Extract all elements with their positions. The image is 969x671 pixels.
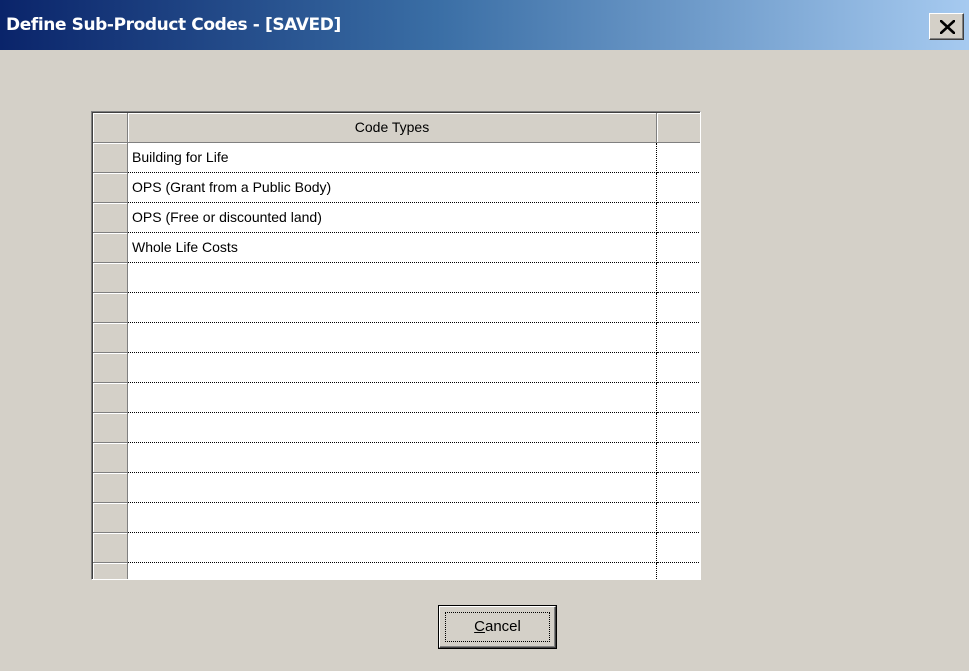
code-type-cell[interactable] [128, 563, 657, 579]
row-selector[interactable] [93, 533, 128, 563]
row-selector[interactable] [93, 293, 128, 323]
extra-cell[interactable] [657, 413, 700, 443]
table-row[interactable] [93, 563, 700, 579]
header-corner-cell[interactable] [93, 113, 128, 143]
row-selector[interactable] [93, 383, 128, 413]
table-row[interactable] [93, 293, 700, 323]
extra-cell[interactable] [657, 173, 700, 203]
row-selector[interactable] [93, 353, 128, 383]
table-row[interactable] [93, 473, 700, 503]
row-selector[interactable] [93, 233, 128, 263]
extra-cell[interactable] [657, 143, 700, 173]
code-type-cell[interactable] [128, 263, 657, 293]
row-selector[interactable] [93, 143, 128, 173]
row-selector[interactable] [93, 503, 128, 533]
row-selector[interactable] [93, 413, 128, 443]
code-type-cell[interactable] [128, 383, 657, 413]
code-type-cell[interactable] [128, 353, 657, 383]
close-button[interactable] [929, 13, 964, 40]
table-row[interactable]: OPS (Grant from a Public Body) [93, 173, 700, 203]
extra-cell[interactable] [657, 263, 700, 293]
extra-cell[interactable] [657, 473, 700, 503]
title-bar[interactable]: Define Sub-Product Codes - [SAVED] [0, 0, 969, 50]
extra-cell[interactable] [657, 203, 700, 233]
extra-cell[interactable] [657, 323, 700, 353]
extra-cell[interactable] [657, 233, 700, 263]
row-selector[interactable] [93, 203, 128, 233]
row-selector[interactable] [93, 173, 128, 203]
extra-cell[interactable] [657, 503, 700, 533]
table-row[interactable]: Building for Life [93, 143, 700, 173]
extra-cell[interactable] [657, 443, 700, 473]
table-row[interactable] [93, 263, 700, 293]
grid-header-row: Code Types [93, 113, 700, 143]
grid-body: Code Types Building for Life OPS (Grant f… [92, 112, 700, 579]
table-row[interactable] [93, 533, 700, 563]
row-selector[interactable] [93, 473, 128, 503]
table-row[interactable] [93, 323, 700, 353]
row-selector[interactable] [93, 443, 128, 473]
table-row[interactable]: Whole Life Costs [93, 233, 700, 263]
code-types-grid[interactable]: Code Types Building for Life OPS (Grant f… [91, 111, 701, 580]
table-row[interactable] [93, 383, 700, 413]
row-selector[interactable] [93, 323, 128, 353]
code-type-cell[interactable] [128, 473, 657, 503]
code-type-cell[interactable] [128, 443, 657, 473]
extra-cell[interactable] [657, 533, 700, 563]
table-row[interactable] [93, 353, 700, 383]
extra-cell[interactable] [657, 293, 700, 323]
column-header-extra[interactable] [657, 113, 700, 143]
code-type-cell[interactable] [128, 533, 657, 563]
table-row[interactable]: OPS (Free or discounted land) [93, 203, 700, 233]
row-selector[interactable] [93, 563, 128, 579]
table-row[interactable] [93, 443, 700, 473]
column-header-code-types[interactable]: Code Types [128, 113, 657, 143]
table-row[interactable] [93, 413, 700, 443]
extra-cell[interactable] [657, 353, 700, 383]
cancel-button[interactable]: Cancel [438, 605, 557, 649]
cancel-button-label: Cancel [439, 618, 556, 635]
code-type-cell[interactable]: OPS (Grant from a Public Body) [128, 173, 657, 203]
table-row[interactable] [93, 503, 700, 533]
row-selector[interactable] [93, 263, 128, 293]
code-type-cell[interactable]: Building for Life [128, 143, 657, 173]
code-type-cell[interactable]: Whole Life Costs [128, 233, 657, 263]
window-title: Define Sub-Product Codes - [SAVED] [6, 15, 341, 35]
close-icon [940, 20, 955, 34]
code-type-cell[interactable] [128, 293, 657, 323]
cancel-label-rest: ancel [484, 618, 521, 635]
code-type-cell[interactable] [128, 413, 657, 443]
code-type-cell[interactable] [128, 323, 657, 353]
cancel-accelerator: C [474, 618, 485, 635]
dialog-window: Define Sub-Product Codes - [SAVED] Code … [0, 0, 969, 671]
extra-cell[interactable] [657, 563, 700, 579]
code-type-cell[interactable]: OPS (Free or discounted land) [128, 203, 657, 233]
extra-cell[interactable] [657, 383, 700, 413]
code-type-cell[interactable] [128, 503, 657, 533]
